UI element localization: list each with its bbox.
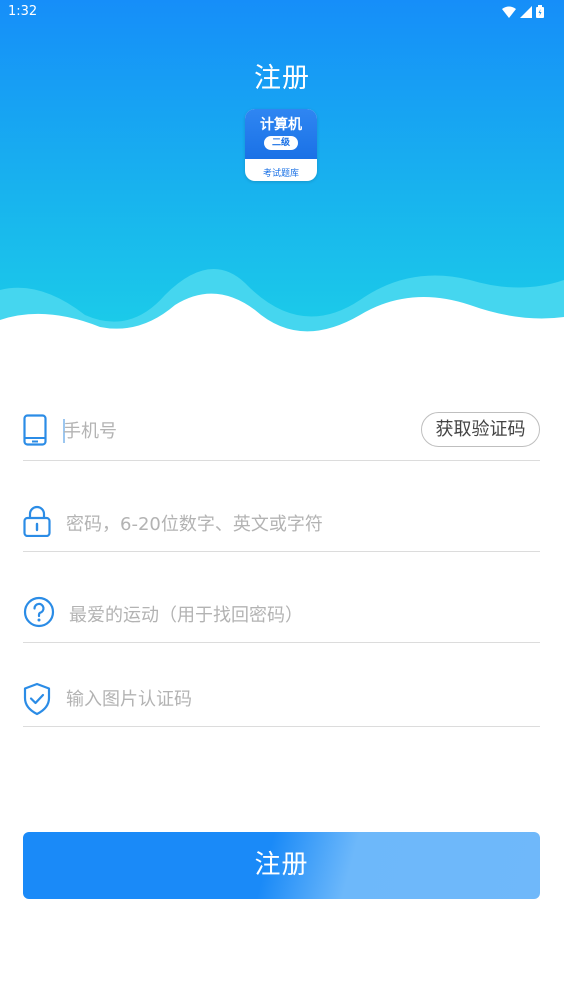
battery-icon <box>536 5 544 18</box>
lock-icon <box>23 505 51 537</box>
status-time: 1:32 <box>8 4 38 19</box>
password-field <box>23 503 540 552</box>
logo-subtitle: 考试题库 <box>262 169 299 179</box>
logo-badge: 二级 <box>264 136 298 150</box>
page-title: 注册 <box>254 63 310 94</box>
security-question-input[interactable] <box>69 602 529 628</box>
wifi-icon <box>502 6 516 18</box>
wave-decoration <box>0 269 564 350</box>
signal-icon <box>520 5 532 18</box>
security-question-field <box>23 593 540 643</box>
captcha-input[interactable] <box>66 686 366 712</box>
phone-input[interactable] <box>63 418 403 444</box>
phone-field: 获取验证码 <box>23 412 540 461</box>
status-bar: 1:32 <box>0 0 564 24</box>
password-input[interactable] <box>66 511 536 537</box>
get-code-button[interactable]: 获取验证码 <box>421 412 540 447</box>
header: 1:32 注册 计算机 二级 考试题库 <box>0 0 564 350</box>
logo-title: 计算机 <box>260 117 302 133</box>
register-button[interactable]: 注册 <box>23 832 540 899</box>
status-icons <box>502 5 544 18</box>
captcha-field <box>23 680 540 727</box>
app-logo: 计算机 二级 考试题库 <box>245 109 317 181</box>
question-icon <box>23 596 55 628</box>
phone-icon <box>23 414 47 446</box>
shield-check-icon <box>23 682 51 716</box>
